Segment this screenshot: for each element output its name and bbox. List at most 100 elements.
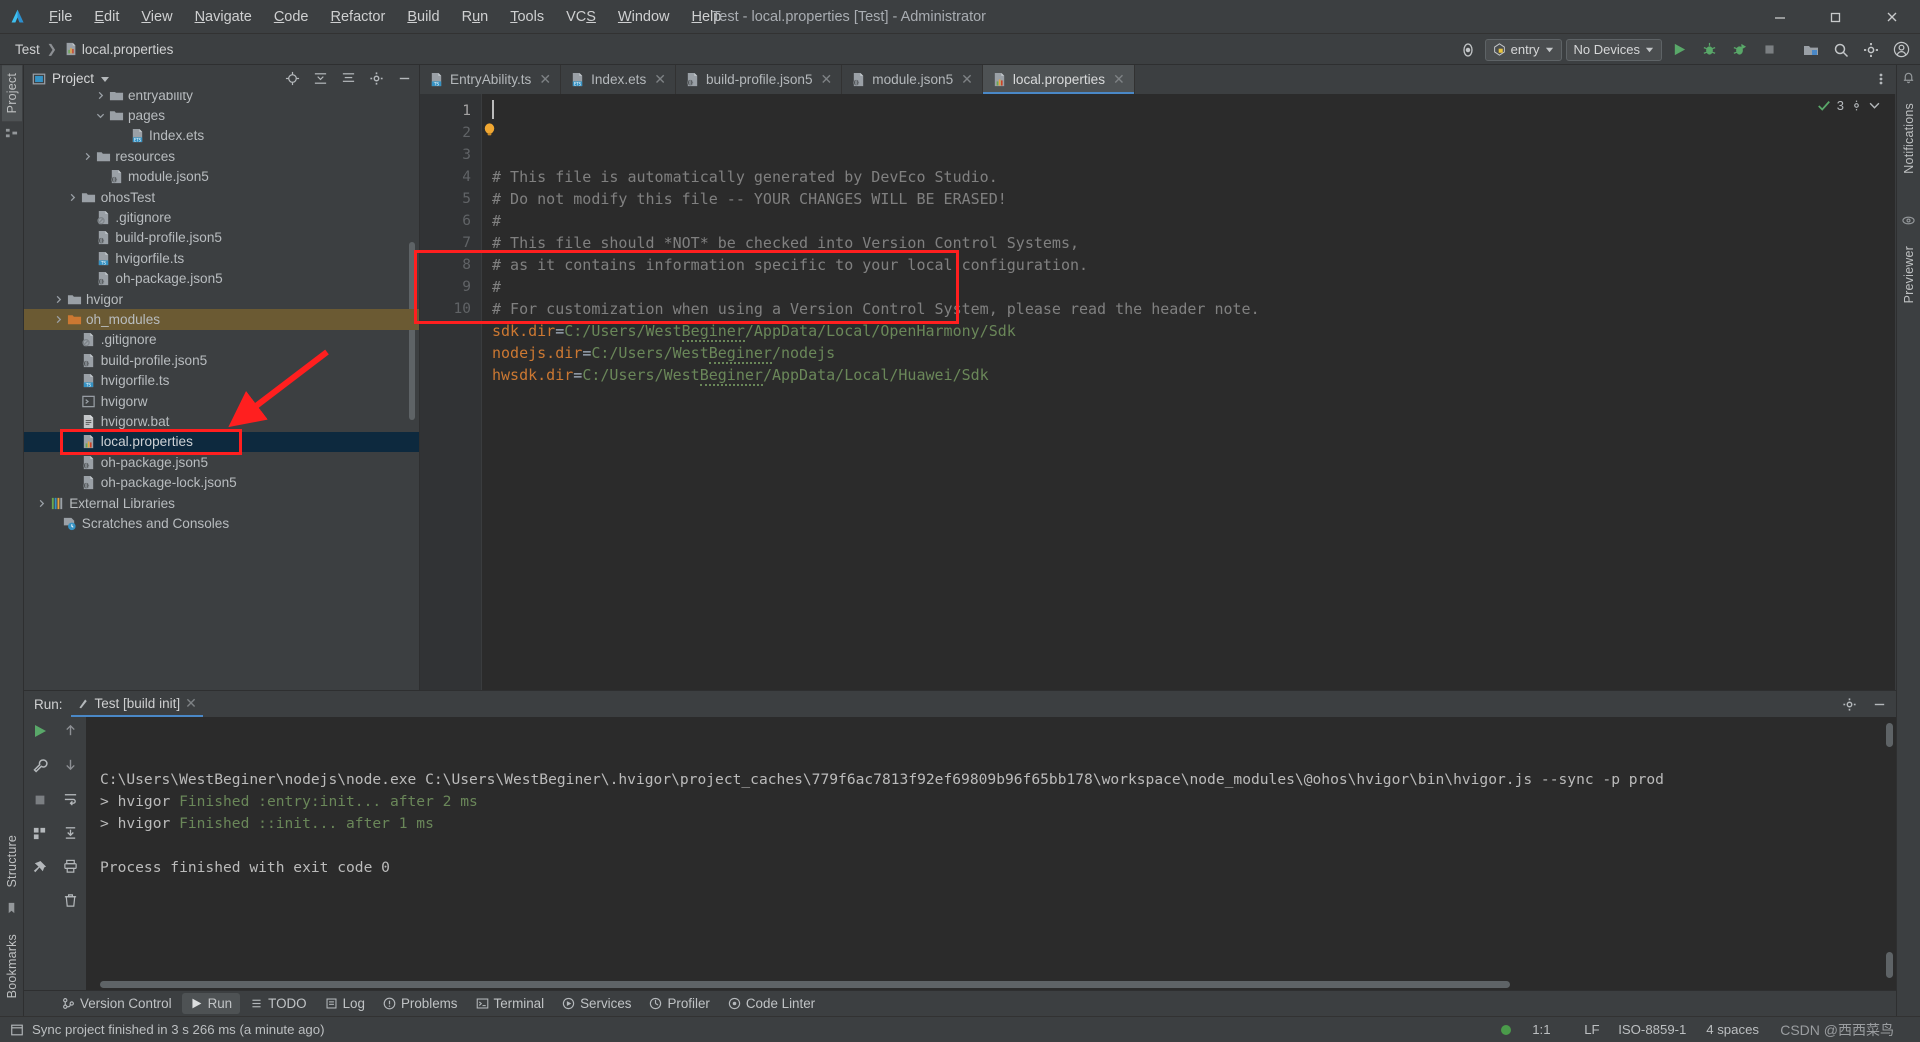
tree-item-oh-package-json5[interactable]: {} oh-package.json5	[24, 452, 419, 472]
stripe-tab-project[interactable]: Project	[1, 65, 22, 122]
run-button[interactable]	[1666, 37, 1692, 63]
editor-tab-bar[interactable]: TS EntryAbility.ts ✕ ETS Index.ets ✕ {} build-p…	[420, 65, 1896, 94]
device-selector[interactable]: No Devices	[1565, 38, 1662, 61]
soft-wrap-icon[interactable]	[63, 791, 78, 811]
wrench-button[interactable]	[32, 758, 48, 779]
arrow-up-icon[interactable]	[63, 723, 78, 743]
tree-item-hvigorw-bat[interactable]: hvigorw.bat	[24, 411, 419, 431]
menu-item-view[interactable]: View	[130, 5, 183, 29]
menu-item-refactor[interactable]: Refactor	[320, 5, 397, 29]
stripe-tab-bookmarks[interactable]: Bookmarks	[2, 926, 22, 1006]
tree-item-hvigorfile-ts[interactable]: TS hvigorfile.ts	[24, 248, 419, 268]
gear-icon[interactable]	[1838, 693, 1860, 715]
close-icon[interactable]: ✕	[654, 71, 666, 88]
code-content[interactable]: # This file is automatically generated b…	[482, 94, 1896, 690]
notifications-bell-icon[interactable]	[1902, 71, 1915, 89]
bookmark-pin-icon[interactable]	[5, 902, 18, 920]
tree-item-resources[interactable]: resources	[24, 146, 419, 166]
menu-item-tools[interactable]: Tools	[499, 5, 555, 29]
inspection-settings-icon[interactable]	[1850, 99, 1863, 112]
expand-all-icon[interactable]	[309, 68, 331, 90]
tree-item-entryability[interactable]: entryability	[24, 92, 419, 105]
breadcrumb-item-file[interactable]: local.properties	[59, 40, 179, 59]
tool-window-run[interactable]: Run	[181, 993, 241, 1014]
console-scrollbar-top[interactable]	[1886, 723, 1893, 747]
pin-button[interactable]	[32, 860, 47, 880]
tree-item-oh-package-lock-json5[interactable]: {} oh-package-lock.json5	[24, 472, 419, 492]
tree-item-hvigor[interactable]: hvigor	[24, 289, 419, 309]
debug-button[interactable]	[1696, 37, 1722, 63]
close-icon[interactable]: ✕	[185, 695, 197, 712]
file-encoding[interactable]: ISO-8859-1	[1618, 1022, 1686, 1037]
tree-item-scratches-and-consoles[interactable]: Scratches and Consoles	[24, 513, 419, 533]
tree-item-index-ets[interactable]: ETS Index.ets	[24, 126, 419, 146]
code-editor[interactable]: 1 2 3 4 5 6 7 8 9 10 # This file is automatically…	[414, 94, 1896, 690]
indent-setting[interactable]: 4 spaces	[1706, 1022, 1759, 1037]
editor-tab-build-profile-json5[interactable]: {} build-profile.json5 ✕	[676, 65, 843, 94]
tree-item-ohostest[interactable]: ohosTest	[24, 187, 419, 207]
editor-tab-index-ets[interactable]: ETS Index.ets ✕	[561, 65, 676, 94]
rerun-button[interactable]	[32, 723, 48, 744]
menu-item-navigate[interactable]: Navigate	[184, 5, 263, 29]
close-icon[interactable]: ✕	[961, 71, 973, 88]
editor-tab-module-json5[interactable]: {} module.json5 ✕	[842, 65, 983, 94]
tool-window-terminal[interactable]: Terminal	[468, 993, 553, 1014]
tree-twisty-icon[interactable]	[34, 499, 48, 508]
console-scrollbar-bottom[interactable]	[1886, 952, 1893, 978]
gear-icon[interactable]	[1858, 37, 1884, 63]
tree-item-oh-modules[interactable]: oh_modules	[24, 309, 419, 330]
hide-panel-icon[interactable]	[1868, 693, 1890, 715]
tree-twisty-icon[interactable]	[51, 295, 65, 304]
tool-window-todo[interactable]: TODO	[242, 993, 314, 1014]
tool-window-code-linter[interactable]: Code Linter	[720, 993, 823, 1014]
stripe-tab-previewer[interactable]: Previewer	[1899, 238, 1919, 311]
target-icon[interactable]	[281, 68, 303, 90]
run-configuration-selector[interactable]: entry	[1484, 38, 1562, 61]
tool-window-services[interactable]: Services	[554, 993, 639, 1014]
stop-button[interactable]	[1756, 37, 1782, 63]
tool-window-log[interactable]: Log	[317, 993, 373, 1014]
editor-tab-local-properties[interactable]: local.properties ✕	[982, 65, 1135, 94]
collapse-all-icon[interactable]	[337, 68, 359, 90]
scroll-end-icon[interactable]	[63, 825, 78, 845]
tree-item-external-libraries[interactable]: External Libraries	[24, 493, 419, 513]
tree-twisty-icon[interactable]	[66, 193, 80, 202]
previewer-eye-icon[interactable]	[1902, 214, 1915, 232]
tree-item-hvigorfile-ts[interactable]: TS hvigorfile.ts	[24, 370, 419, 390]
structure-stripe-icon[interactable]	[5, 127, 18, 145]
hide-panel-icon[interactable]	[393, 68, 415, 90]
stripe-tab-notifications[interactable]: Notifications	[1899, 95, 1919, 182]
menu-item-build[interactable]: Build	[396, 5, 450, 29]
minimize-icon[interactable]	[1752, 0, 1808, 34]
tool-window-problems[interactable]: Problems	[375, 993, 466, 1014]
device-manager-icon[interactable]	[1455, 37, 1481, 63]
console-output[interactable]: C:\Users\WestBeginer\nodejs\node.exe C:\…	[86, 717, 1896, 990]
menu-item-window[interactable]: Window	[607, 5, 681, 29]
tree-item-build-profile-json5[interactable]: {} build-profile.json5	[24, 350, 419, 370]
menu-item-file[interactable]: FFileile	[38, 5, 83, 29]
search-icon[interactable]	[1828, 37, 1854, 63]
run-tab[interactable]: Test [build init] ✕	[70, 692, 203, 717]
tool-window-version-control[interactable]: Version Control	[54, 993, 180, 1014]
run-coverage-button[interactable]	[1726, 37, 1752, 63]
chevron-down-icon[interactable]	[1869, 100, 1880, 111]
tree-item-oh-package-json5[interactable]: {} oh-package.json5	[24, 269, 419, 289]
device-file-browser-button[interactable]	[1798, 37, 1824, 63]
arrow-down-icon[interactable]	[63, 757, 78, 777]
tree-item-module-json5[interactable]: {} module.json5	[24, 167, 419, 187]
tool-window-profiler[interactable]: Profiler	[641, 993, 717, 1014]
tree-item-local-properties[interactable]: local.properties	[24, 431, 419, 453]
menu-bar[interactable]: FFileile Edit View Navigate Code Refacto…	[38, 5, 732, 29]
close-icon[interactable]	[1864, 0, 1920, 34]
stripe-tab-structure[interactable]: Structure	[2, 827, 22, 896]
printer-icon[interactable]	[63, 859, 78, 879]
bookmarks-grid-icon[interactable]	[32, 826, 47, 846]
event-log-icon[interactable]	[10, 1023, 24, 1037]
editor-inspection-widget[interactable]: 3	[1817, 98, 1880, 113]
editor-options-icon[interactable]	[1870, 68, 1892, 90]
menu-item-run[interactable]: Run	[451, 5, 500, 29]
tool-window-bar[interactable]: Version Control Run TODO Log Problems Termina…	[24, 990, 1896, 1016]
tree-twisty-icon[interactable]	[80, 152, 94, 161]
chevron-down-icon[interactable]	[100, 74, 110, 84]
project-file-tree[interactable]: entryability pages ETS Index.ets resources {}…	[24, 92, 419, 690]
